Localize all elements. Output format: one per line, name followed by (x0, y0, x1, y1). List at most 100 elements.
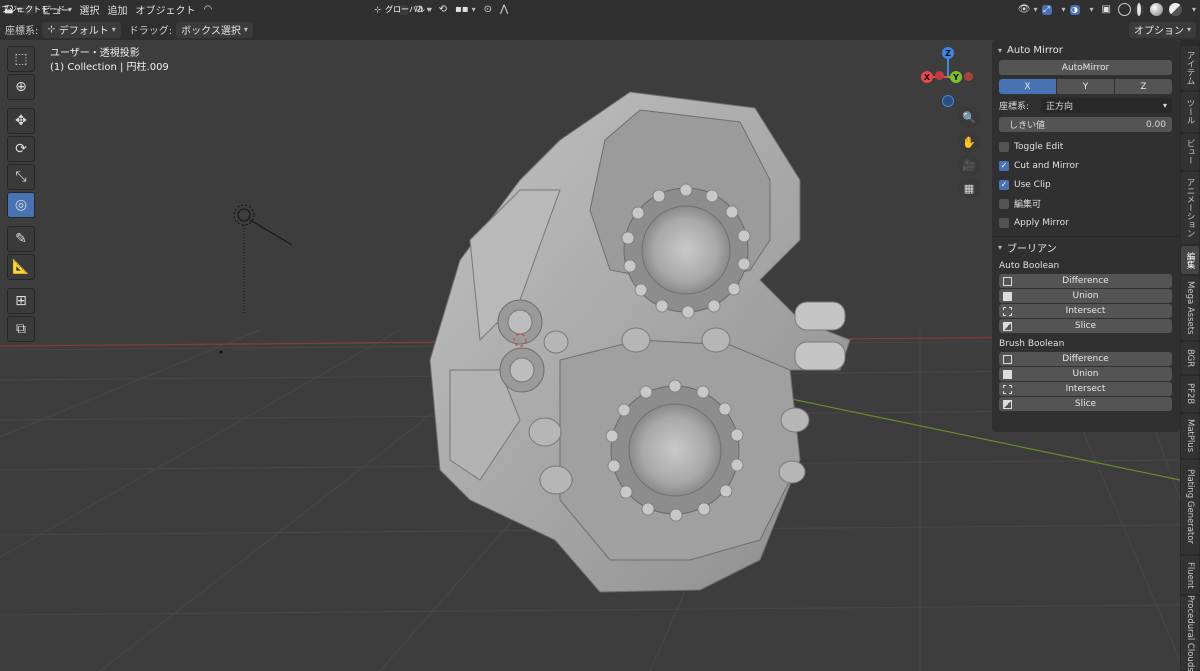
tab-view[interactable]: ビュー (1181, 134, 1199, 170)
measure-tool-icon[interactable]: 📐 (7, 254, 35, 280)
shading-rendered-icon[interactable] (1166, 1, 1185, 18)
gizmo-z-axis[interactable]: Z (942, 47, 954, 59)
editable-checkbox[interactable]: 編集可 (999, 194, 1172, 213)
gizmo-neg-y-axis[interactable] (935, 71, 944, 80)
navigation-gizmo[interactable]: Z X Y (918, 46, 978, 107)
addon-icon[interactable]: ◠ (199, 1, 216, 18)
rotate-tool-icon[interactable]: ⟳ (7, 136, 35, 162)
zoom-icon[interactable]: 🔍 (958, 106, 980, 128)
brush-intersect-button[interactable]: Intersect (999, 382, 1172, 396)
shading-solid-icon[interactable] (1133, 3, 1144, 16)
options-dropdown[interactable]: オプション ▾ (1128, 21, 1196, 38)
brush-difference-button[interactable]: Difference (999, 352, 1172, 366)
mechanical-mesh[interactable] (429, 91, 851, 593)
auto-union-button[interactable]: Union (999, 289, 1172, 303)
drag-label: ドラッグ: (128, 26, 173, 37)
pivot-icon[interactable]: ⊘ ▾ (411, 1, 434, 18)
tab-bgr[interactable]: BGR (1181, 342, 1199, 374)
visibility-icon[interactable]: 👁 ▾ (1014, 1, 1042, 18)
checkbox-label: 編集可 (1014, 200, 1042, 210)
overlay-toggle-icon[interactable]: ◑ (1069, 4, 1080, 15)
checkbox-icon (999, 198, 1009, 209)
tab-tool[interactable]: ツール (1181, 92, 1199, 132)
apply-mirror-checkbox[interactable]: Apply Mirror (999, 213, 1172, 232)
gizmo-toggle-icon[interactable]: ⤢ (1041, 4, 1052, 15)
orientation-icon: ⊹ (374, 5, 382, 14)
orientation-dropdown[interactable]: ⊹ グローバル ▾ (374, 4, 432, 15)
button-label: Union (1072, 369, 1099, 379)
checkmark-icon: ✓ (999, 179, 1009, 190)
cut-and-mirror-checkbox[interactable]: ✓ Cut and Mirror (999, 156, 1172, 175)
select-box-tool-icon[interactable]: ⬚ (7, 46, 35, 72)
gizmo-neg-x-axis[interactable] (964, 72, 973, 81)
pan-hand-icon[interactable]: ✋ (958, 131, 980, 153)
gizmo-x-axis[interactable]: X (921, 71, 933, 83)
snap-icon[interactable]: ⟲ (435, 1, 451, 18)
annotate-tool-icon[interactable]: ✎ (7, 226, 35, 252)
auto-difference-button[interactable]: Difference (999, 274, 1172, 288)
axis-y-button[interactable]: Y (1057, 79, 1114, 94)
tab-label: 編集 (1185, 251, 1195, 269)
axis-x-button[interactable]: X (999, 79, 1056, 94)
view-name: ユーザー・透視投影 (50, 48, 140, 59)
drag-dropdown[interactable]: ボックス選択 ▾ (176, 21, 253, 38)
tab-pf2b[interactable]: PF2B (1181, 376, 1199, 412)
boolean-header[interactable]: ▾ ブーリアン (992, 237, 1180, 257)
menu-add[interactable]: 追加 (103, 1, 131, 18)
add-cube-tool-icon[interactable]: ⊞ (7, 288, 35, 314)
cursor-tool-icon[interactable]: ⊕ (7, 74, 35, 100)
scale-tool-icon[interactable]: ⤡ (7, 164, 35, 190)
tool-settings-bar: 座標系: ⊹ デフォルト ▾ ドラッグ: ボックス選択 ▾ オプション ▾ (0, 19, 1200, 40)
tab-mega-assets[interactable]: Mega Assets (1181, 276, 1199, 340)
perspective-toggle-icon[interactable]: ▦ (958, 177, 980, 199)
threshold-field[interactable]: しきい値 0.00 (999, 117, 1172, 132)
tab-item[interactable]: アイテム (1181, 46, 1199, 90)
auto-intersect-button[interactable]: Intersect (999, 304, 1172, 318)
intersect-icon (1003, 384, 1012, 394)
auto-mirror-header[interactable]: ▾ Auto Mirror (992, 40, 1180, 60)
gizmo-dropdown[interactable]: ▾ (1055, 1, 1070, 18)
boxcutter-tool-icon[interactable]: ⧉ (7, 316, 35, 342)
auto-slice-button[interactable]: Slice (999, 319, 1172, 333)
chevron-down-icon: ▾ (998, 45, 1003, 55)
brush-union-button[interactable]: Union (999, 367, 1172, 381)
tab-label: アニメーション (1185, 178, 1195, 238)
shading-material-icon[interactable] (1147, 1, 1166, 18)
transform-tool-icon[interactable]: ◎ (7, 192, 35, 218)
tab-edit[interactable]: 編集 (1181, 246, 1199, 274)
mode-dropdown[interactable]: オブジェクトモード ▾ (0, 4, 72, 15)
falloff-icon[interactable]: ⋀ (496, 1, 512, 18)
shading-dropdown[interactable]: ▾ (1185, 1, 1200, 18)
menu-object[interactable]: オブジェクト (131, 1, 199, 18)
options-label: オプション (1133, 26, 1184, 37)
light-object[interactable] (233, 204, 293, 315)
tab-animation[interactable]: アニメーション (1181, 172, 1199, 244)
transform-orientation-dropdown[interactable]: ⊹ デフォルト ▾ (42, 21, 121, 38)
menu-select[interactable]: 選択 (75, 1, 103, 18)
chevron-down-icon: ▾ (1162, 101, 1167, 110)
tab-fluent[interactable]: Fluent (1181, 556, 1199, 594)
tab-label: MatPlus (1185, 419, 1195, 453)
gizmo-y-axis[interactable]: Y (950, 71, 962, 83)
overlay-dropdown[interactable]: ▾ (1083, 1, 1098, 18)
snap-target-icon[interactable]: ▪▪ ▾ (451, 1, 480, 18)
axis-z-button[interactable]: Z (1115, 79, 1172, 94)
orientation-select[interactable]: 正方向 ▾ (1041, 98, 1172, 113)
move-tool-icon[interactable]: ✥ (7, 108, 35, 134)
tab-plating-generator[interactable]: Plating Generator (1181, 460, 1199, 554)
brush-slice-button[interactable]: Slice (999, 397, 1172, 411)
camera-view-icon[interactable]: 🎥 (958, 154, 980, 176)
menu-view[interactable]: ビュー (37, 1, 75, 18)
difference-icon (1003, 276, 1012, 286)
automirror-button[interactable]: AutoMirror (999, 60, 1172, 75)
proportional-edit-icon[interactable]: ⊙ (480, 1, 496, 18)
toggle-edit-checkbox[interactable]: Toggle Edit (999, 137, 1172, 156)
boolean-body: Auto Boolean Difference Union Intersect … (992, 261, 1180, 411)
gizmo-neg-z-axis[interactable] (942, 95, 954, 107)
xray-icon[interactable]: ▣ (1098, 1, 1115, 18)
shading-wireframe-icon[interactable] (1115, 1, 1134, 18)
use-clip-checkbox[interactable]: ✓ Use Clip (999, 175, 1172, 194)
tab-procedural-clouds[interactable]: Procedural Clouds (1181, 595, 1199, 671)
intersect-icon (1003, 306, 1012, 316)
tab-matplus[interactable]: MatPlus (1181, 414, 1199, 458)
